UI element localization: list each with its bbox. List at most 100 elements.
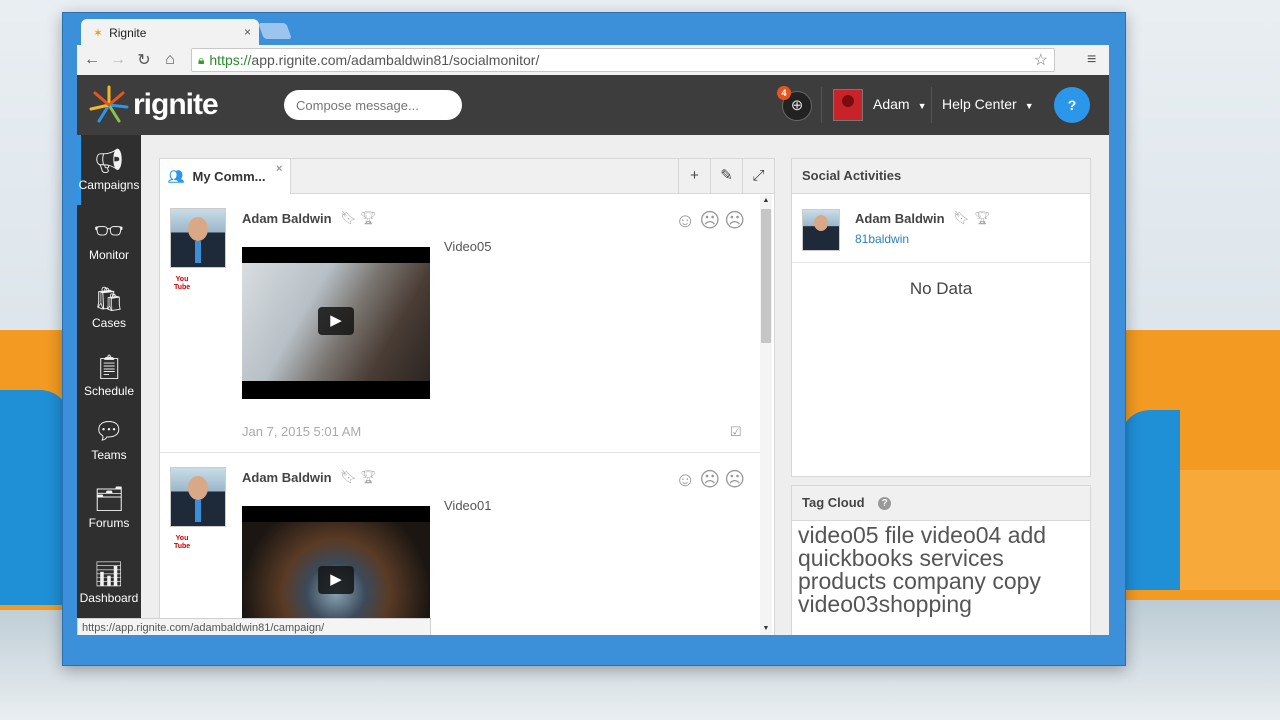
sidebar-item-label: Dashboard [79,591,139,605]
desktop-chair-left-back [0,390,70,605]
browser-tab[interactable]: ✶ Rignite × [81,19,259,47]
help-center-menu[interactable]: Help Center ▼ [942,96,1034,112]
stream-header: 👥︎ My Comm... × + ✎ ⤢ [160,159,774,194]
sidebar-item-label: Cases [91,316,126,330]
help-icon[interactable]: ? [878,497,892,511]
checkbox-icon[interactable]: ☑ [730,424,742,440]
video-thumbnail[interactable]: ▶ [242,247,430,399]
url-path: app.rignite.com/adambaldwin81/socialmoni… [251,52,540,68]
post-author[interactable]: Adam Baldwin [242,211,332,226]
logo-text: rignite [133,88,219,121]
header-divider [821,87,822,123]
bag-icon: 🛍︎ [93,286,125,313]
social-user-name[interactable]: Adam Baldwin [855,211,945,226]
sidebar-item-dashboard[interactable]: 📊︎ Dashboard [77,560,141,605]
rignite-app: rignite ⊕ 4 Adam▼ Help Center▼ ? 📢︎ Camp… [77,75,1109,635]
arrow-right-icon[interactable]: → [107,51,129,69]
sidebar-item-forums[interactable]: 🗂︎ Forums [77,485,141,530]
sidebar-item-campaigns[interactable]: 📢︎ Campaigns [77,147,141,192]
compose-input[interactable] [284,90,462,120]
browser-window: ✶ Rignite × ← → ↻ ⌂ 🔒︎ https:// app.rign… [62,12,1126,666]
panel-title: Social Activities [792,159,1090,194]
avatar[interactable] [833,89,863,121]
arrow-left-icon[interactable]: ← [81,51,103,69]
user-menu[interactable]: Adam ▼ [873,96,927,112]
notification-badge: 4 [777,86,791,100]
avatar[interactable] [170,467,226,527]
youtube-icon: You Tube [174,276,191,291]
video-thumbnail[interactable]: ▶ [242,506,430,635]
monitor-stream-panel: 👥︎ My Comm... × + ✎ ⤢ You Tube Adam Baldw… [159,158,775,635]
social-user-handle[interactable]: 81baldwin [855,232,909,246]
post-author[interactable]: Adam Baldwin [242,470,332,485]
bookmark-icon[interactable]: 🔖︎ [340,469,357,485]
close-icon[interactable]: × [276,163,282,175]
scroll-up-icon[interactable]: ▲ [761,197,771,204]
bookmark-icon[interactable]: 🔖︎ [340,210,357,226]
rignite-favicon-icon: ✶ [93,26,104,40]
sidebar-item-monitor[interactable]: 👓︎ Monitor [77,217,141,262]
tag-cloud-panel: Tag Cloud ? video05 file video04 add qui… [791,485,1091,635]
sidebar-item-label: Forums [88,516,130,530]
tab-strip: ✶ Rignite × [63,13,1125,47]
sidebar-item-schedule[interactable]: 📋︎ Schedule [77,353,141,398]
caret-down-icon: ▼ [917,101,927,111]
trophy-icon[interactable]: 🏆︎ [360,210,377,226]
edit-stream-button[interactable]: ✎ [710,159,742,193]
panel-title: Tag Cloud [802,495,865,510]
social-activities-panel: Social Activities Adam Baldwin 🔖︎ 🏆︎ 81b… [791,158,1091,477]
logo-burst-icon [89,85,129,123]
tag-cloud-words[interactable]: video05 file video04 add quickbooks serv… [798,524,1088,616]
post-title: Video05 [444,239,492,254]
status-bar: https://app.rignite.com/adambaldwin81/ca… [77,618,431,635]
add-stream-button[interactable]: + [678,159,710,193]
post-title: Video01 [444,498,492,513]
stream-scrollbar[interactable]: ▲ ▼ [760,195,772,635]
sidebar-item-label: Schedule [83,384,135,398]
users-icon: 👥︎ [168,168,185,184]
sidebar: 📢︎ Campaigns 👓︎ Monitor 🛍︎ Cases 📋︎ Sche… [77,135,141,635]
avatar[interactable] [802,209,840,251]
trophy-icon[interactable]: 🏆︎ [974,210,991,226]
play-icon[interactable]: ▶ [318,307,354,335]
reload-icon[interactable]: ↻ [133,50,155,70]
sentiment-faces[interactable]: ☺☹☹ [675,208,749,233]
sidebar-item-label: Teams [91,448,127,462]
binoculars-icon: 👓︎ [93,218,125,245]
divider [792,262,1090,263]
tab-close-icon[interactable]: × [244,25,251,39]
avatar[interactable] [170,208,226,268]
post-timestamp: Jan 7, 2015 5:01 AM [242,424,362,439]
empty-state-text: No Data [909,279,973,298]
scroll-thumb[interactable] [761,209,771,343]
tab-title: Rignite [109,26,147,40]
address-bar[interactable]: 🔒︎ https:// app.rignite.com/adambaldwin8… [191,48,1055,72]
sidebar-item-teams[interactable]: 💬︎ Teams [77,417,141,462]
sidebar-item-label: Campaigns [78,178,140,192]
bookmark-icon[interactable]: 🔖︎ [953,210,970,226]
forum-icon: 🗂︎ [93,486,125,513]
help-chat-button[interactable]: ? [1054,87,1090,123]
bar-chart-icon: 📊︎ [93,561,125,588]
stream-tab-label: My Comm... [192,169,266,184]
sidebar-item-cases[interactable]: 🛍︎ Cases [77,285,141,330]
desktop-chair-right-back [1120,410,1180,590]
scroll-down-icon[interactable]: ▼ [761,625,771,632]
trophy-icon[interactable]: 🏆︎ [360,469,377,485]
header-divider [931,87,932,123]
menu-icon[interactable]: ≡ [1087,51,1096,69]
stream-post: You Tube Adam Baldwin 🔖︎ 🏆︎ ☺☹☹ ▶ Video01 [160,453,760,635]
star-icon[interactable]: ☆ [1034,50,1048,70]
app-header: rignite ⊕ 4 Adam▼ Help Center▼ ? [77,75,1109,135]
rignite-logo[interactable]: rignite [87,83,219,127]
play-icon[interactable]: ▶ [318,566,354,594]
expand-stream-button[interactable]: ⤢ [742,159,774,193]
megaphone-icon: 📢︎ [93,148,125,175]
sentiment-faces[interactable]: ☺☹☹ [675,467,749,492]
home-icon[interactable]: ⌂ [159,51,181,69]
browser-toolbar: ← → ↻ ⌂ 🔒︎ https:// app.rignite.com/adam… [77,45,1109,75]
new-tab-button[interactable] [258,23,292,39]
panel-header: Tag Cloud ? [792,486,1090,521]
help-center-label: Help Center [942,96,1017,112]
tab-my-communities[interactable]: 👥︎ My Comm... × [160,159,291,194]
